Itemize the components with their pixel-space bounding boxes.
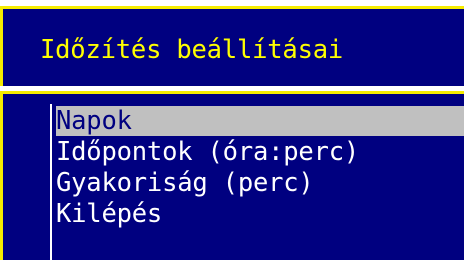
- menu-list: Napok Időpontok (óra:perc) Gyakoriság (p…: [56, 106, 464, 230]
- menu-panel: Napok Időpontok (óra:perc) Gyakoriság (p…: [0, 91, 464, 260]
- menu-left-rule: [50, 104, 52, 260]
- title-panel: Időzítés beállításai: [0, 6, 464, 86]
- menu-item-napok[interactable]: Napok: [56, 106, 464, 136]
- menu-item-kilepes[interactable]: Kilépés: [56, 199, 464, 229]
- menu-item-idopontok[interactable]: Időpontok (óra:perc): [56, 137, 464, 167]
- window-title: Időzítés beállításai: [40, 35, 344, 65]
- menu-item-gyakorisag[interactable]: Gyakoriság (perc): [56, 168, 464, 198]
